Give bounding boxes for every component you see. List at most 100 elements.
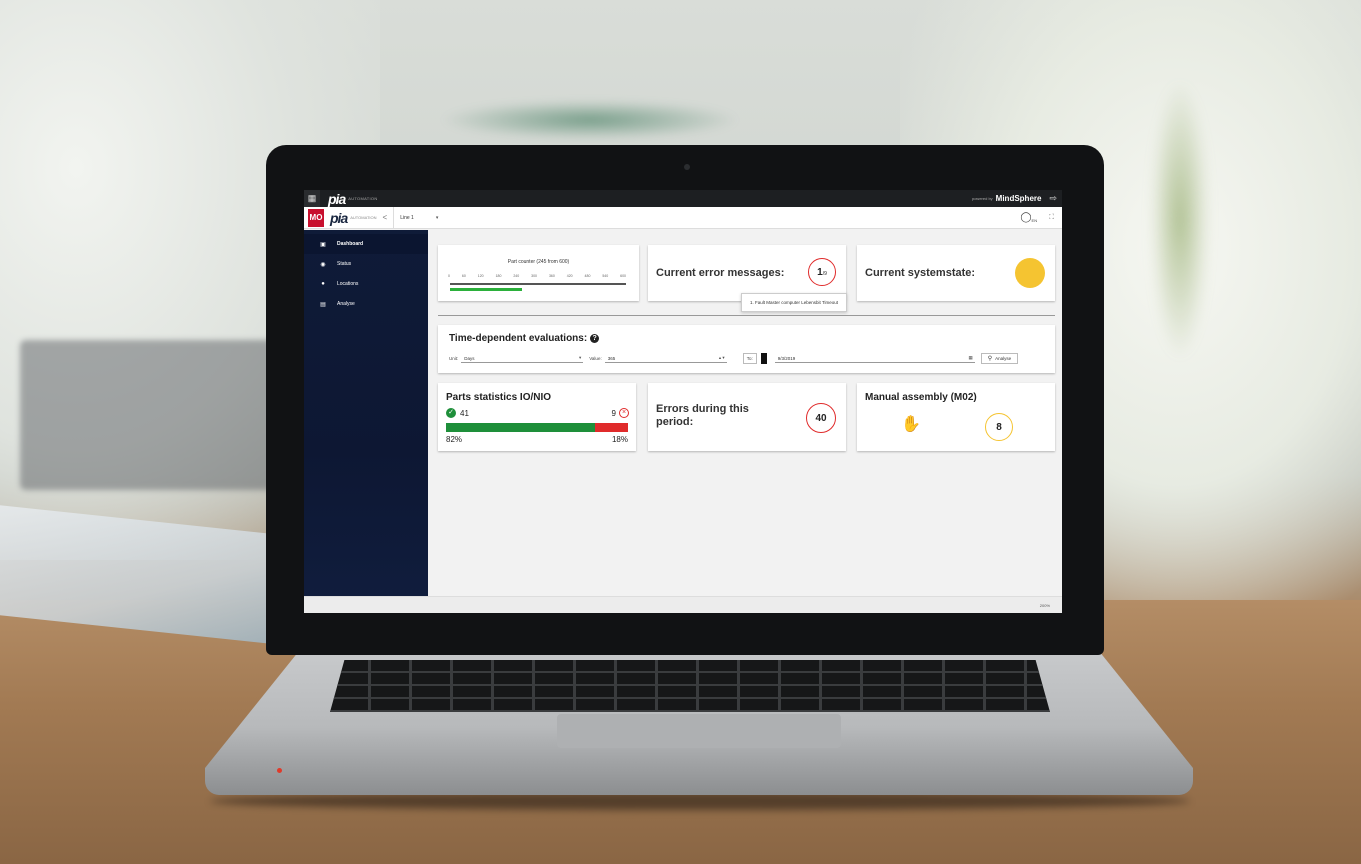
- scale-tick: 240: [513, 274, 520, 278]
- part-counter-progress: [450, 288, 522, 291]
- value-input: 365: [607, 355, 616, 361]
- check-circle-icon: ✓: [446, 408, 456, 418]
- systemstate-label: Current systemstate:: [865, 267, 976, 279]
- app-grid-icon[interactable]: ▦: [304, 190, 320, 207]
- scale-tick: 60: [461, 274, 466, 278]
- mo-badge: MO: [308, 208, 324, 227]
- manual-assembly-count: 8: [985, 413, 1013, 441]
- analyse-button-label: Analyse: [995, 356, 1012, 361]
- power-led: [277, 768, 282, 773]
- zoom-level[interactable]: 200%: [1040, 603, 1050, 608]
- scale-tick: 420: [566, 274, 573, 278]
- time-evaluation-title-text: Time-dependent evaluations:: [449, 333, 588, 344]
- part-counter-title: Part counter (245 from 600): [507, 259, 570, 265]
- help-icon[interactable]: ?: [590, 334, 600, 343]
- time-evaluation-controls: Unit: Days ▾ Value: 365 ▴ ▾ To: 9/3/2019…: [449, 353, 1019, 364]
- sidebar-item-locations[interactable]: ● Locations: [304, 274, 428, 294]
- laptop-screen: ▦ pia AUTOMATION powered by MindSphere ⇨…: [304, 190, 1062, 613]
- stepper-arrows-icon[interactable]: ▴ ▾: [719, 355, 725, 361]
- io-bar: [446, 423, 596, 432]
- analyse-button[interactable]: ⚲ Analyse: [980, 353, 1019, 364]
- sidebar-item-label: Status: [337, 261, 352, 267]
- io-percent: 82%: [446, 435, 463, 444]
- sidebar-item-dashboard[interactable]: ▣ Dashboard: [304, 234, 428, 254]
- topbar-brand-sub: AUTOMATION: [348, 196, 378, 201]
- sidebar-item-label: Dashboard: [337, 241, 364, 247]
- io-count: 41: [460, 409, 469, 418]
- collapse-sidebar-icon[interactable]: <: [383, 213, 388, 222]
- topbar-brand-logo: pia: [328, 190, 346, 207]
- scale-tick: 480: [584, 274, 591, 278]
- line-select-value: Line 1: [400, 214, 414, 221]
- date-field[interactable]: 9/3/2019 ▦: [774, 354, 975, 363]
- scale-tick: 300: [531, 274, 537, 278]
- scale-tick: 540: [602, 274, 609, 278]
- scale-tick: 600: [620, 274, 626, 278]
- error-tooltip: 1. Fault Master computer Lebensbit Timeo…: [741, 293, 848, 312]
- value-stepper[interactable]: 365 ▴ ▾: [604, 354, 727, 363]
- eye-icon: ◉: [320, 261, 326, 268]
- nio-count: 9: [611, 409, 616, 418]
- value-label: Value:: [589, 356, 602, 361]
- sidebar-item-label: Analyse: [337, 301, 355, 307]
- scale-tick: 180: [495, 274, 502, 278]
- laptop-trackpad: [557, 714, 841, 748]
- sidebar: ▣ Dashboard ◉ Status ● Locations ▤ Analy…: [304, 230, 428, 600]
- line-select[interactable]: Line 1 ▾: [393, 206, 473, 229]
- date-value: 9/3/2019: [777, 355, 796, 361]
- parts-statistics-card: Parts statistics IO/NIO ✓ 41 9 × 82% 18%: [438, 383, 636, 451]
- background-plant: [1150, 80, 1210, 360]
- part-counter-track: [450, 283, 626, 285]
- unit-label: Unit:: [449, 356, 459, 361]
- errors-period-count: 40: [806, 403, 836, 433]
- section-divider: [438, 315, 1055, 316]
- dashboard-content: Part counter (245 from 600) 0 60 120 180…: [428, 230, 1062, 600]
- unit-value: Days: [464, 355, 475, 361]
- app-brand-sub: AUTOMATION: [350, 215, 377, 220]
- globe-icon[interactable]: ◯: [1020, 212, 1031, 223]
- nio-percent: 18%: [611, 435, 628, 444]
- laptop-keyboard-rows: [330, 660, 1050, 712]
- app-brand-logo: pia: [330, 209, 348, 226]
- part-counter-scale: 0 60 120 180 240 300 360 420 480 540 600: [448, 274, 626, 278]
- sidebar-item-status[interactable]: ◉ Status: [304, 254, 428, 274]
- nio-bar: [595, 423, 628, 432]
- logout-icon[interactable]: ⇨: [1049, 193, 1057, 204]
- bar-chart-icon: ▤: [320, 301, 326, 308]
- scale-tick: 360: [548, 274, 555, 278]
- date-color-marker: [760, 353, 767, 364]
- mindsphere-logo: MindSphere: [995, 194, 1042, 203]
- manual-assembly-card: Manual assembly (M02) ✋ 8: [857, 383, 1055, 451]
- scale-tick: 0: [448, 274, 450, 278]
- scale-tick: 120: [477, 274, 484, 278]
- to-label: To:: [742, 353, 757, 364]
- background-binder: [440, 100, 740, 140]
- webcam: [684, 164, 690, 170]
- language-code[interactable]: EN: [1032, 218, 1038, 223]
- dashboard-icon: ▣: [320, 241, 326, 248]
- error-messages-label: Current error messages:: [656, 267, 785, 279]
- fullscreen-icon[interactable]: ⛶: [1049, 214, 1054, 222]
- part-counter-card: Part counter (245 from 600) 0 60 120 180…: [438, 245, 639, 301]
- systemstate-card: Current systemstate:: [857, 245, 1055, 301]
- location-pin-icon: ●: [321, 281, 325, 287]
- background-laptop: [20, 340, 280, 490]
- hand-icon: ✋: [901, 416, 921, 433]
- sidebar-item-label: Locations: [337, 281, 359, 287]
- cross-circle-icon: ×: [619, 408, 629, 418]
- time-evaluation-title: Time-dependent evaluations:?: [449, 333, 600, 344]
- calendar-icon[interactable]: ▦: [968, 355, 972, 361]
- error-messages-count-ring[interactable]: 1/9: [808, 258, 836, 286]
- unit-select[interactable]: Days ▾: [461, 354, 584, 363]
- errors-period-label: Errors during this period:: [656, 403, 749, 428]
- search-icon: ⚲: [987, 356, 993, 362]
- platform-topbar: ▦ pia AUTOMATION powered by MindSphere ⇨: [304, 190, 1062, 207]
- time-evaluation-card: Time-dependent evaluations:? Unit: Days …: [438, 325, 1055, 373]
- systemstate-indicator: [1015, 258, 1045, 288]
- manual-assembly-title: Manual assembly (M02): [865, 392, 977, 403]
- errors-period-card: Errors during this period: 40: [648, 383, 846, 451]
- sidebar-item-analyse[interactable]: ▤ Analyse: [304, 294, 428, 314]
- parts-statistics-title: Parts statistics IO/NIO: [446, 392, 552, 403]
- chevron-down-icon: ▾: [435, 214, 439, 221]
- chevron-down-icon: ▾: [579, 355, 582, 360]
